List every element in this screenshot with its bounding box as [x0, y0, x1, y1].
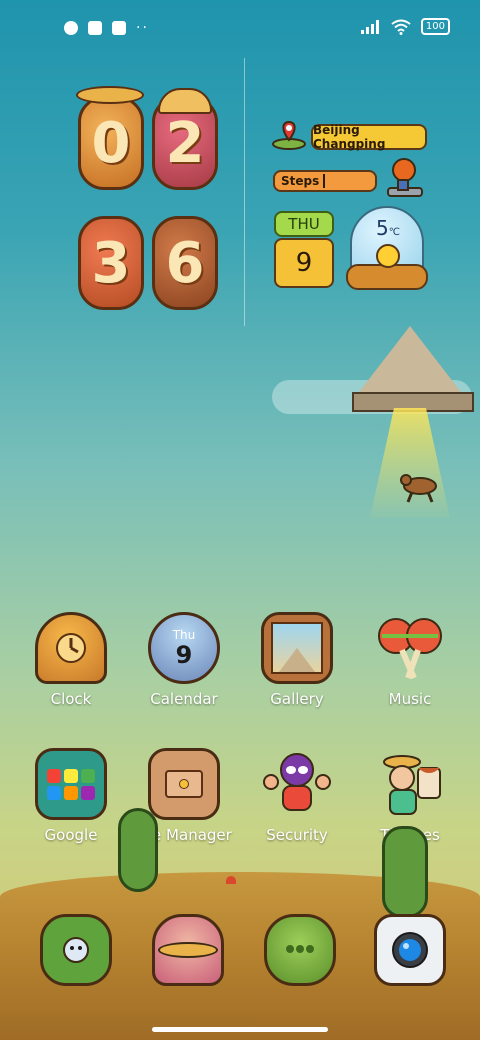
- cactus-decoration-right: [382, 826, 428, 918]
- flying-pyramid-icon: [356, 326, 464, 396]
- clock-widget[interactable]: 0 2 3 6: [72, 86, 222, 316]
- notification-app-icon: [64, 21, 78, 35]
- calendar-date-label[interactable]: 9: [274, 238, 334, 288]
- dock-camera[interactable]: [362, 914, 458, 1010]
- temperature-value: 5: [376, 216, 389, 240]
- calendar-day-label[interactable]: THU: [274, 211, 334, 237]
- dock-messages[interactable]: [140, 914, 236, 1010]
- maracas-icon: [374, 612, 446, 684]
- dock-browser[interactable]: [252, 914, 348, 1010]
- temperature-unit: ℃: [388, 227, 400, 238]
- app-label: Google: [44, 826, 98, 844]
- google-folder-icon: [35, 748, 107, 820]
- weather-temperature: 5℃: [376, 216, 400, 240]
- cactus-browser-icon: [264, 914, 336, 986]
- steps-progress-bar: [323, 174, 326, 188]
- treadmill-pumpkin-icon: [384, 156, 424, 200]
- cactus-decoration-left: [118, 808, 158, 892]
- sun-character-icon: [376, 244, 400, 268]
- weather-widget[interactable]: 5℃: [346, 206, 428, 290]
- clock-minute-ones: 6: [152, 216, 218, 310]
- app-clock[interactable]: Clock: [23, 612, 119, 708]
- luchador-icon: [261, 748, 333, 820]
- dock-phone[interactable]: [28, 914, 124, 1010]
- app-security[interactable]: Security: [249, 748, 345, 844]
- sombrero-decoration: [76, 86, 144, 104]
- app-label: Music: [388, 690, 432, 708]
- status-right-icons: 100: [360, 18, 450, 35]
- more-notifications-indicator: ··: [136, 20, 149, 36]
- notification-upload-icon: [112, 21, 126, 35]
- status-left-icons: ··: [64, 20, 149, 36]
- cow-icon: [398, 470, 438, 503]
- battery-indicator: 100: [420, 18, 450, 35]
- bell-clock-icon: [35, 612, 107, 684]
- app-label: Calendar: [150, 690, 218, 708]
- status-bar: ·· 100: [0, 14, 480, 42]
- pyramid-frame-icon: [261, 612, 333, 684]
- app-music[interactable]: Music: [362, 612, 458, 708]
- location-pin-icon: [272, 118, 306, 150]
- cabinet-icon: [148, 748, 220, 820]
- calendar-icon-day: Thu: [172, 628, 196, 642]
- ufo-calendar-icon: Thu 9: [148, 612, 220, 684]
- app-label: Security: [266, 826, 328, 844]
- steps-widget[interactable]: Steps: [273, 170, 377, 192]
- steps-label: Steps: [281, 174, 320, 188]
- clock-hour-tens: 0: [78, 96, 144, 190]
- location-label[interactable]: Beijing Changping: [311, 123, 427, 151]
- home-gesture-bar[interactable]: [152, 1027, 328, 1032]
- calendar-icon-date: 9: [175, 641, 193, 669]
- cactus-phone-icon: [40, 914, 112, 986]
- camera-icon: [374, 914, 446, 986]
- notification-square-icon: [88, 21, 102, 35]
- painter-icon: [374, 748, 446, 820]
- widget-divider: [244, 58, 245, 326]
- wifi-icon: [391, 19, 411, 35]
- app-label: Clock: [50, 690, 92, 708]
- app-label: Gallery: [270, 690, 324, 708]
- app-calendar[interactable]: Thu 9 Calendar: [136, 612, 232, 708]
- sombrero-messages-icon: [152, 914, 224, 986]
- mushroom-decoration: [226, 876, 236, 884]
- clock-minute-tens: 3: [78, 216, 144, 310]
- taco-decoration: [158, 88, 212, 114]
- signal-icon: [360, 19, 379, 34]
- app-google[interactable]: Google: [23, 748, 119, 844]
- app-gallery[interactable]: Gallery: [249, 612, 345, 708]
